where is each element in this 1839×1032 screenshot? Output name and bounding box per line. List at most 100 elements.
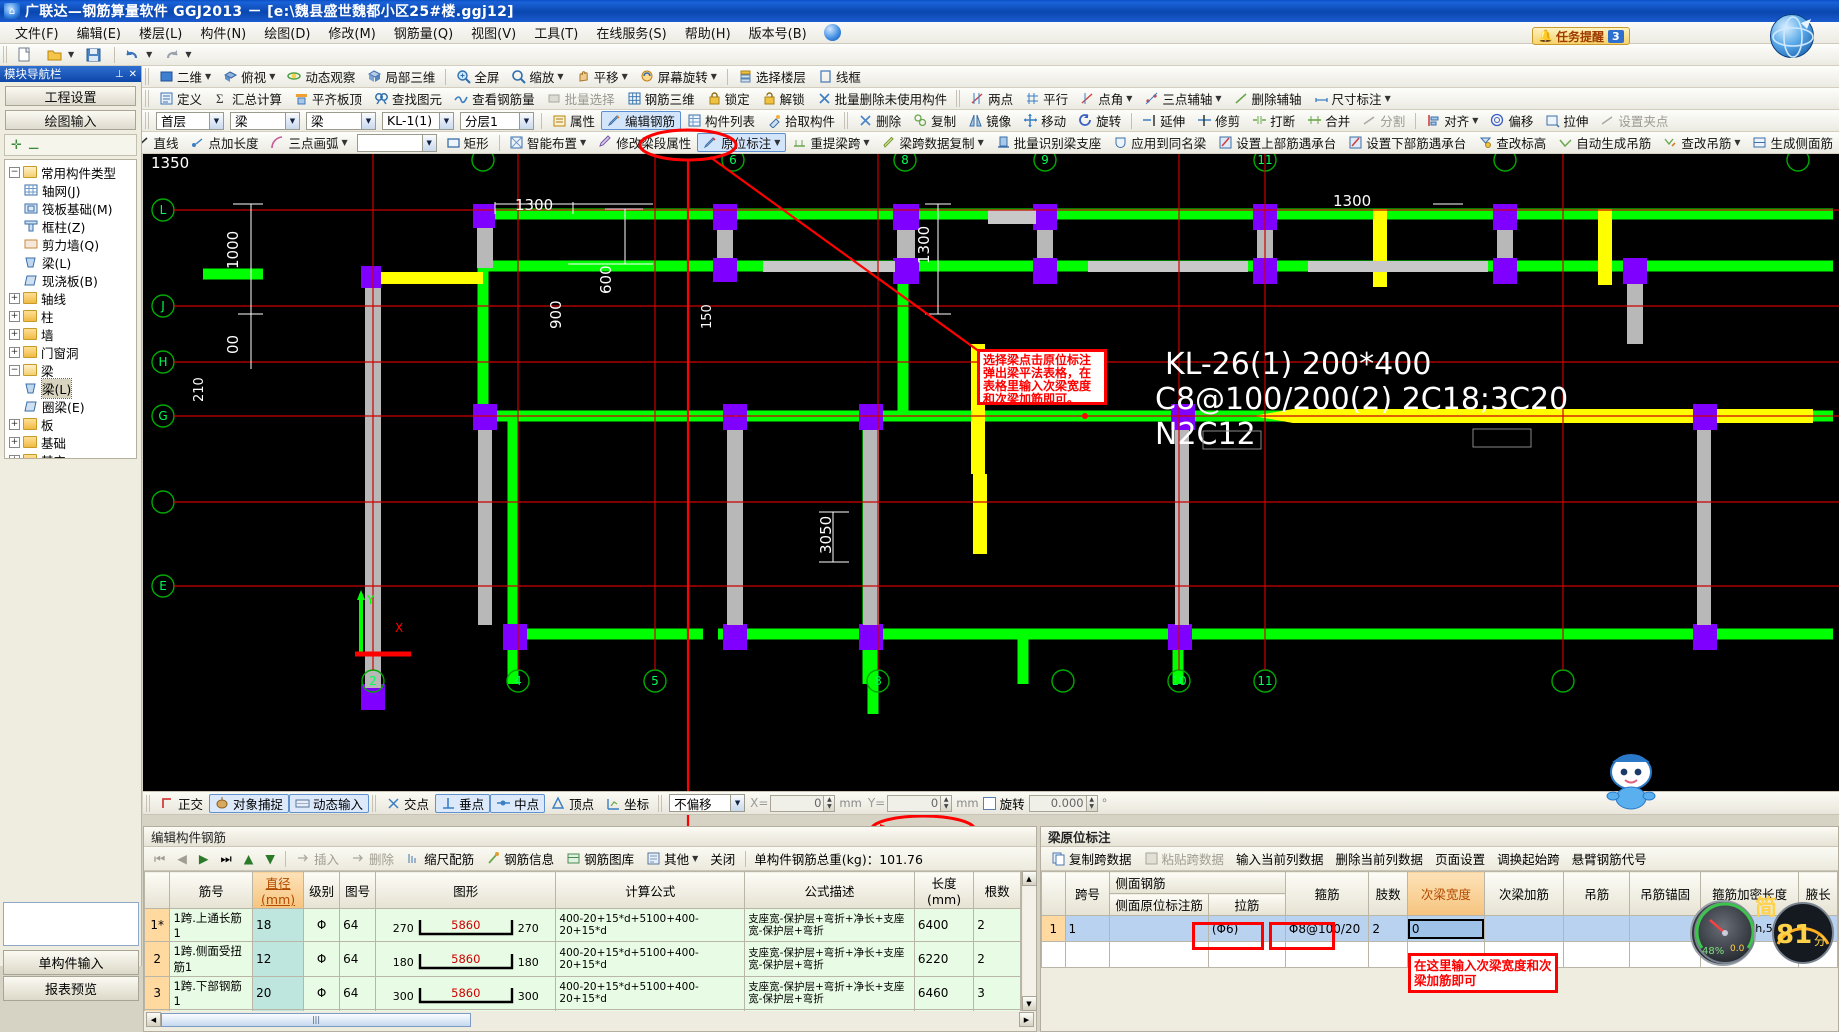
cell-diameter[interactable]: 12 (252, 941, 305, 977)
cell-figure-no[interactable] (339, 1009, 377, 1011)
menu-item-rebar-qty[interactable]: 钢筋量(Q) (385, 21, 462, 44)
scroll-up-icon[interactable]: ▲ (1021, 871, 1037, 886)
mirror-button[interactable]: 镜像 (962, 111, 1017, 130)
floor-select[interactable]: 首层 ▼ (156, 111, 224, 130)
set-grip-button[interactable]: 设置夹点 (1594, 111, 1674, 130)
member-list-button[interactable]: 构件列表 (681, 111, 761, 130)
paste-span-data-button[interactable]: 粘贴跨数据 (1138, 849, 1231, 868)
toolbar-gripper[interactable] (956, 90, 962, 107)
copy-span-data-button[interactable]: 复制跨数据 (1045, 849, 1138, 868)
drawing-canvas[interactable]: LJ HG E 68 9 11 2 4 5 8 10 11 1350 1300 … (143, 154, 1839, 791)
cell-diameter[interactable]: 18 (252, 908, 305, 942)
cell-shape[interactable]: 180 180 5860 (375, 941, 557, 977)
move-down-button[interactable]: ▼ (259, 849, 281, 868)
check-hanger-button[interactable]: 查改吊筋 ▼ (1657, 133, 1746, 152)
cell-diameter[interactable]: 20 (252, 976, 305, 1010)
pick-member-button[interactable]: 拾取构件 (761, 111, 841, 130)
scroll-down-icon[interactable]: ▼ (1021, 996, 1037, 1011)
cell-shape[interactable]: 300 300 5860 (375, 976, 557, 1010)
top-view-button[interactable]: 俯视 ▼ (217, 67, 281, 86)
hscroll-thumb[interactable]: ||| (161, 1012, 471, 1027)
col-group-side-rebar[interactable]: 侧面钢筋 (1109, 871, 1286, 894)
three-point-axis-button[interactable]: 三点辅轴 ▼ (1138, 89, 1227, 108)
swap-start-span-button[interactable]: 调换起始跨 (1491, 849, 1566, 868)
unlock-button[interactable]: 解锁 (756, 89, 811, 108)
offset-button[interactable]: 偏移 (1484, 111, 1539, 130)
expand-icon[interactable]: + (9, 310, 20, 322)
smart-layout-button[interactable]: 智能布置 ▼ (503, 133, 592, 152)
type-select[interactable]: 梁 ▼ (306, 111, 376, 130)
toolbar-gripper[interactable] (844, 112, 850, 129)
toolbar-gripper[interactable] (145, 112, 150, 129)
col-grade[interactable]: 级别 (303, 871, 341, 909)
chevron-down-icon[interactable]: ▼ (439, 112, 453, 129)
cell-sec-beam-width[interactable]: 0 (1406, 915, 1485, 942)
rotate-input[interactable]: 0.000 (1028, 794, 1087, 812)
cell-figure-no[interactable]: 64 (339, 908, 377, 942)
stretch-button[interactable]: 拉伸 (1539, 111, 1594, 130)
find-element-button[interactable]: 查找图元 (368, 89, 448, 108)
chevron-down-icon[interactable]: ▼ (1385, 94, 1391, 103)
cell-legs[interactable]: 2 (1368, 915, 1408, 942)
cell-shape[interactable] (375, 1009, 557, 1011)
col-length[interactable]: 长度(mm) (913, 871, 975, 909)
score-indicator[interactable]: 81 分 (1770, 900, 1836, 966)
menu-item-tools[interactable]: 工具(T) (525, 21, 587, 44)
chevron-down-icon[interactable]: ▼ (774, 138, 780, 147)
cell-length[interactable] (913, 1009, 975, 1011)
chevron-down-icon[interactable]: ▼ (342, 138, 348, 147)
merge-button[interactable]: 合并 (1301, 111, 1356, 130)
save-button[interactable] (80, 45, 110, 64)
cell-grade[interactable] (303, 1009, 341, 1011)
cell-empty[interactable] (1368, 941, 1408, 968)
cell-diameter[interactable] (252, 1009, 305, 1011)
col-tie-rebar[interactable]: 拉筋 (1207, 893, 1286, 916)
chevron-down-icon[interactable]: ▼ (285, 112, 299, 129)
y-coord-input[interactable]: 0 (887, 794, 942, 812)
toolbar-gripper[interactable] (145, 68, 150, 85)
expand-icon[interactable]: + (9, 328, 20, 340)
expand-icon[interactable]: + (9, 436, 20, 448)
table-row[interactable] (144, 1009, 1021, 1011)
last-record-button[interactable]: ⏭ (215, 849, 238, 868)
assistant-mascot-icon[interactable] (1596, 748, 1666, 810)
delete-column-data-button[interactable]: 删除当前列数据 (1330, 849, 1430, 868)
pin-icon[interactable]: ⊥ (115, 69, 124, 80)
table-row[interactable]: 2 1跨.侧面受扭筋1 12 Φ 64 180 180 5860 400-20+… (144, 941, 1021, 977)
summary-calc-button[interactable]: Σ 汇总计算 (208, 89, 288, 108)
chevron-down-icon[interactable]: ▼ (1734, 138, 1740, 147)
view-2d-button[interactable]: 二维 ▼ (153, 67, 217, 86)
simple-mode-label[interactable]: 简 (1755, 890, 1777, 922)
cell-rebar-no[interactable] (169, 1009, 254, 1011)
expand-all-icon[interactable]: ✛ (11, 138, 22, 153)
edit-rebar-button[interactable]: 编辑钢筋 (601, 111, 682, 130)
collapse-all-icon[interactable]: ⚊ (28, 138, 40, 153)
delete-axis-button[interactable]: 删除辅轴 (1228, 89, 1308, 108)
first-record-button[interactable]: ⏮ (148, 849, 171, 868)
cell-grade[interactable]: Φ (303, 908, 341, 942)
cell-rebar-no[interactable]: 1跨.下部钢筋1 (169, 976, 254, 1010)
cell-formula-desc[interactable]: 支座宽-保护层+弯折+净长+支座宽-保护层+弯折 (744, 976, 915, 1010)
gen-side-rebar-button[interactable]: 生成侧面筋 (1746, 133, 1839, 152)
col-hanger[interactable]: 吊筋 (1563, 871, 1631, 916)
ortho-toggle[interactable]: 正交 (154, 794, 209, 813)
define-button[interactable]: 定义 (153, 89, 208, 108)
cell-grade[interactable]: Φ (303, 941, 341, 977)
snap-coordinate[interactable]: 坐标 (600, 794, 655, 813)
chevron-down-icon[interactable]: ▼ (622, 72, 628, 81)
tree-node-raft-foundation[interactable]: 筏板基础(M) (5, 199, 136, 217)
batch-select-button[interactable]: 批量选择 (541, 89, 621, 108)
cell-formula-desc[interactable]: 支座宽-保护层+弯折+净长+支座宽-保护层+弯折 (744, 941, 915, 977)
extend-button[interactable]: 延伸 (1136, 111, 1191, 130)
snap-perpendicular[interactable]: 垂点 (435, 793, 491, 813)
set-bottom-rebar-cap-button[interactable]: 设置下部筋遇承台 (1342, 133, 1472, 152)
chevron-down-icon[interactable]: ▼ (580, 138, 586, 147)
shape-select[interactable]: ▼ (356, 133, 437, 152)
cell-hanger[interactable] (1563, 915, 1631, 942)
cell-figure-no[interactable]: 64 (339, 976, 377, 1010)
table-row[interactable]: 3 1跨.下部钢筋1 20 Φ 64 300 300 5860 400-20+1… (144, 976, 1021, 1010)
rebar-3d-button[interactable]: 钢筋三维 (621, 89, 701, 108)
chevron-down-icon[interactable]: ▼ (863, 138, 869, 147)
cell-formula[interactable]: 400-20+15*d+5100+400-20+15*d (555, 976, 746, 1010)
layer-select[interactable]: 分层1 ▼ (460, 111, 534, 130)
